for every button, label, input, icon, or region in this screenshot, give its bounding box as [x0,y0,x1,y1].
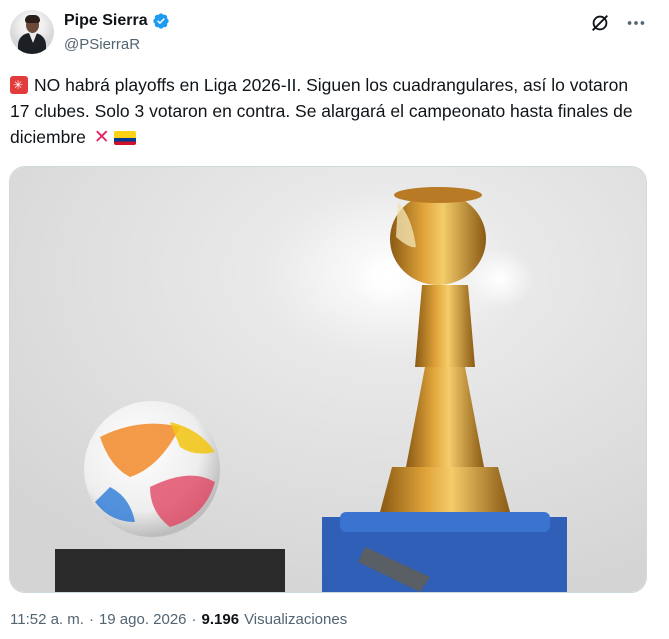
author-name-row: Pipe Sierra [64,10,170,32]
views-count: 9.196 [201,611,240,628]
tweet-card: Pipe Sierra @PSierraR NO habrá playoffs … [0,0,669,639]
views-label: Visualizaciones [244,611,348,628]
avatar-hair [25,15,40,23]
author-display-name[interactable]: Pipe Sierra [64,12,148,30]
verified-badge-icon [152,12,170,30]
tweet-meta: 11:52 a. m. · 19 ago. 2026 · 9.196 Visua… [10,611,347,628]
tweet-text: NO habrá playoffs en Liga 2026-II. Sigue… [10,72,650,151]
trophy-foot [380,467,510,512]
ball-pedestal [55,549,285,592]
trophy-rim [394,187,482,203]
cross-mark-icon: ✕ [93,127,110,148]
trophy-column [415,285,475,367]
tweet-date[interactable]: 19 ago. 2026 [99,611,187,628]
grok-icon[interactable] [589,12,611,34]
tweet-time[interactable]: 11:52 a. m. [10,611,84,628]
meta-separator: · [88,611,94,628]
tweet-top-actions [589,12,647,34]
match-ball [84,401,220,537]
author-handle[interactable]: @PSierraR [64,36,140,53]
siren-icon [10,76,28,94]
tweet-media-photo[interactable] [9,166,647,593]
more-icon[interactable] [625,12,647,34]
avatar[interactable] [10,10,54,54]
trophy-base-ring [340,512,550,532]
meta-separator: · [191,611,197,628]
colombia-flag-icon [113,131,136,145]
